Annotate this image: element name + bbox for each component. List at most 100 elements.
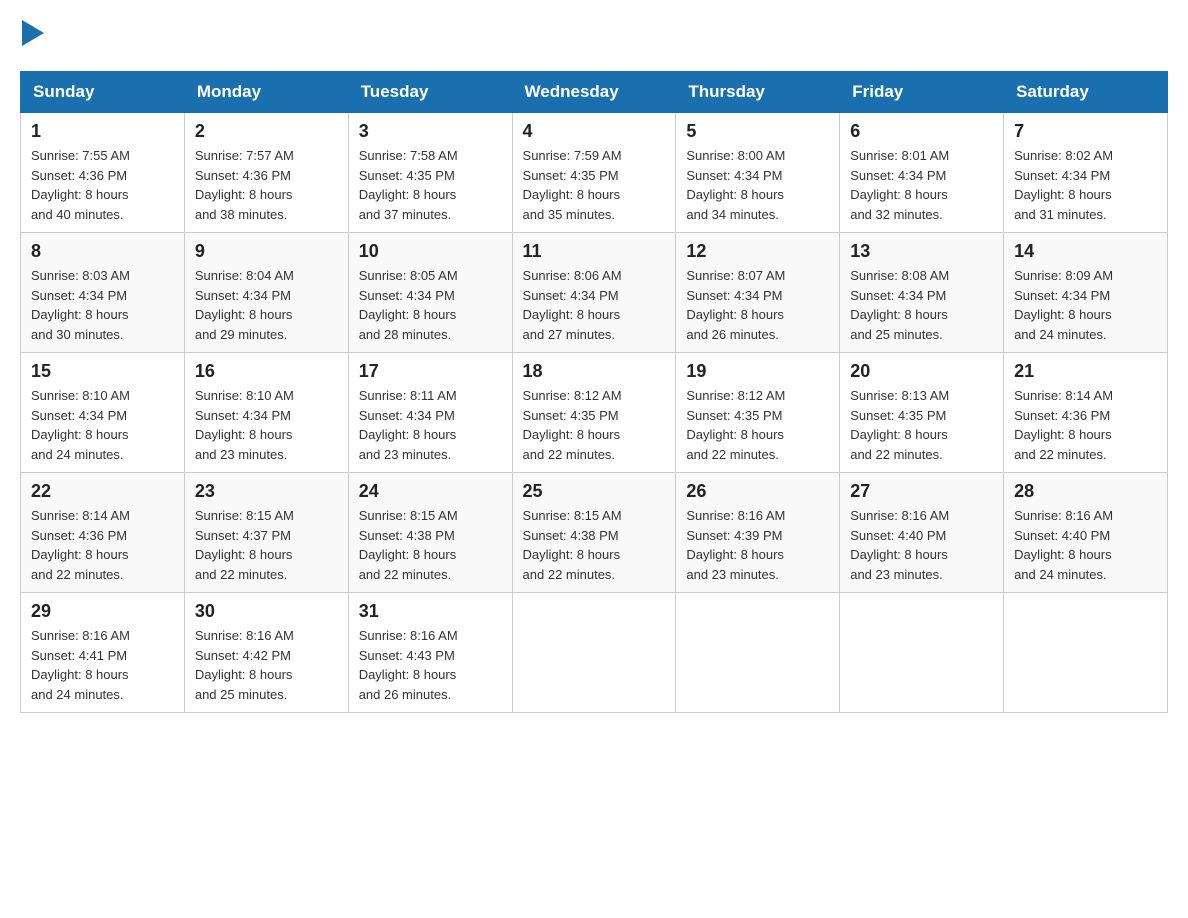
weekday-header-saturday: Saturday: [1004, 72, 1168, 113]
calendar-cell: 2 Sunrise: 7:57 AMSunset: 4:36 PMDayligh…: [184, 113, 348, 233]
day-info: Sunrise: 8:14 AMSunset: 4:36 PMDaylight:…: [1014, 388, 1113, 462]
day-number: 10: [359, 241, 502, 262]
calendar-cell: 14 Sunrise: 8:09 AMSunset: 4:34 PMDaylig…: [1004, 233, 1168, 353]
day-number: 9: [195, 241, 338, 262]
calendar-cell: 7 Sunrise: 8:02 AMSunset: 4:34 PMDayligh…: [1004, 113, 1168, 233]
calendar-cell: 1 Sunrise: 7:55 AMSunset: 4:36 PMDayligh…: [21, 113, 185, 233]
day-number: 17: [359, 361, 502, 382]
calendar-week-row: 29 Sunrise: 8:16 AMSunset: 4:41 PMDaylig…: [21, 593, 1168, 713]
day-number: 19: [686, 361, 829, 382]
day-number: 25: [523, 481, 666, 502]
logo: [20, 20, 44, 51]
day-number: 1: [31, 121, 174, 142]
weekday-header-wednesday: Wednesday: [512, 72, 676, 113]
day-number: 6: [850, 121, 993, 142]
day-number: 20: [850, 361, 993, 382]
calendar-cell: 22 Sunrise: 8:14 AMSunset: 4:36 PMDaylig…: [21, 473, 185, 593]
day-info: Sunrise: 8:04 AMSunset: 4:34 PMDaylight:…: [195, 268, 294, 342]
day-info: Sunrise: 8:16 AMSunset: 4:42 PMDaylight:…: [195, 628, 294, 702]
day-info: Sunrise: 8:10 AMSunset: 4:34 PMDaylight:…: [31, 388, 130, 462]
calendar-cell: 5 Sunrise: 8:00 AMSunset: 4:34 PMDayligh…: [676, 113, 840, 233]
day-info: Sunrise: 7:59 AMSunset: 4:35 PMDaylight:…: [523, 148, 622, 222]
calendar-cell: [676, 593, 840, 713]
calendar-cell: [840, 593, 1004, 713]
weekday-header-thursday: Thursday: [676, 72, 840, 113]
calendar-cell: 29 Sunrise: 8:16 AMSunset: 4:41 PMDaylig…: [21, 593, 185, 713]
day-info: Sunrise: 8:02 AMSunset: 4:34 PMDaylight:…: [1014, 148, 1113, 222]
day-number: 16: [195, 361, 338, 382]
day-number: 5: [686, 121, 829, 142]
calendar-cell: 24 Sunrise: 8:15 AMSunset: 4:38 PMDaylig…: [348, 473, 512, 593]
day-info: Sunrise: 8:16 AMSunset: 4:41 PMDaylight:…: [31, 628, 130, 702]
calendar-cell: 11 Sunrise: 8:06 AMSunset: 4:34 PMDaylig…: [512, 233, 676, 353]
day-number: 14: [1014, 241, 1157, 262]
calendar-cell: 12 Sunrise: 8:07 AMSunset: 4:34 PMDaylig…: [676, 233, 840, 353]
logo-arrow-icon: [22, 20, 44, 46]
day-info: Sunrise: 8:09 AMSunset: 4:34 PMDaylight:…: [1014, 268, 1113, 342]
day-info: Sunrise: 8:16 AMSunset: 4:39 PMDaylight:…: [686, 508, 785, 582]
day-number: 12: [686, 241, 829, 262]
calendar-cell: 31 Sunrise: 8:16 AMSunset: 4:43 PMDaylig…: [348, 593, 512, 713]
weekday-header-tuesday: Tuesday: [348, 72, 512, 113]
day-number: 21: [1014, 361, 1157, 382]
calendar-cell: [1004, 593, 1168, 713]
calendar-cell: 23 Sunrise: 8:15 AMSunset: 4:37 PMDaylig…: [184, 473, 348, 593]
day-number: 31: [359, 601, 502, 622]
day-info: Sunrise: 8:15 AMSunset: 4:37 PMDaylight:…: [195, 508, 294, 582]
day-info: Sunrise: 8:13 AMSunset: 4:35 PMDaylight:…: [850, 388, 949, 462]
day-info: Sunrise: 8:05 AMSunset: 4:34 PMDaylight:…: [359, 268, 458, 342]
calendar-table: SundayMondayTuesdayWednesdayThursdayFrid…: [20, 71, 1168, 713]
calendar-cell: 18 Sunrise: 8:12 AMSunset: 4:35 PMDaylig…: [512, 353, 676, 473]
weekday-header-monday: Monday: [184, 72, 348, 113]
calendar-cell: 13 Sunrise: 8:08 AMSunset: 4:34 PMDaylig…: [840, 233, 1004, 353]
calendar-cell: 28 Sunrise: 8:16 AMSunset: 4:40 PMDaylig…: [1004, 473, 1168, 593]
calendar-week-row: 15 Sunrise: 8:10 AMSunset: 4:34 PMDaylig…: [21, 353, 1168, 473]
calendar-cell: 3 Sunrise: 7:58 AMSunset: 4:35 PMDayligh…: [348, 113, 512, 233]
day-info: Sunrise: 8:16 AMSunset: 4:40 PMDaylight:…: [1014, 508, 1113, 582]
day-number: 4: [523, 121, 666, 142]
day-info: Sunrise: 8:15 AMSunset: 4:38 PMDaylight:…: [359, 508, 458, 582]
day-info: Sunrise: 8:16 AMSunset: 4:43 PMDaylight:…: [359, 628, 458, 702]
day-info: Sunrise: 8:06 AMSunset: 4:34 PMDaylight:…: [523, 268, 622, 342]
calendar-week-row: 22 Sunrise: 8:14 AMSunset: 4:36 PMDaylig…: [21, 473, 1168, 593]
day-number: 29: [31, 601, 174, 622]
day-number: 30: [195, 601, 338, 622]
calendar-cell: 16 Sunrise: 8:10 AMSunset: 4:34 PMDaylig…: [184, 353, 348, 473]
calendar-cell: 4 Sunrise: 7:59 AMSunset: 4:35 PMDayligh…: [512, 113, 676, 233]
calendar-cell: 8 Sunrise: 8:03 AMSunset: 4:34 PMDayligh…: [21, 233, 185, 353]
day-info: Sunrise: 8:01 AMSunset: 4:34 PMDaylight:…: [850, 148, 949, 222]
day-info: Sunrise: 8:10 AMSunset: 4:34 PMDaylight:…: [195, 388, 294, 462]
day-info: Sunrise: 8:16 AMSunset: 4:40 PMDaylight:…: [850, 508, 949, 582]
day-number: 18: [523, 361, 666, 382]
day-number: 27: [850, 481, 993, 502]
page-header: [20, 20, 1168, 51]
calendar-cell: [512, 593, 676, 713]
day-info: Sunrise: 8:00 AMSunset: 4:34 PMDaylight:…: [686, 148, 785, 222]
day-number: 26: [686, 481, 829, 502]
weekday-header-sunday: Sunday: [21, 72, 185, 113]
calendar-cell: 15 Sunrise: 8:10 AMSunset: 4:34 PMDaylig…: [21, 353, 185, 473]
weekday-header-row: SundayMondayTuesdayWednesdayThursdayFrid…: [21, 72, 1168, 113]
day-info: Sunrise: 7:57 AMSunset: 4:36 PMDaylight:…: [195, 148, 294, 222]
day-info: Sunrise: 8:11 AMSunset: 4:34 PMDaylight:…: [359, 388, 457, 462]
calendar-cell: 27 Sunrise: 8:16 AMSunset: 4:40 PMDaylig…: [840, 473, 1004, 593]
day-number: 7: [1014, 121, 1157, 142]
day-number: 23: [195, 481, 338, 502]
calendar-cell: 30 Sunrise: 8:16 AMSunset: 4:42 PMDaylig…: [184, 593, 348, 713]
day-number: 8: [31, 241, 174, 262]
day-info: Sunrise: 7:55 AMSunset: 4:36 PMDaylight:…: [31, 148, 130, 222]
calendar-cell: 21 Sunrise: 8:14 AMSunset: 4:36 PMDaylig…: [1004, 353, 1168, 473]
day-info: Sunrise: 8:03 AMSunset: 4:34 PMDaylight:…: [31, 268, 130, 342]
day-info: Sunrise: 8:08 AMSunset: 4:34 PMDaylight:…: [850, 268, 949, 342]
day-number: 28: [1014, 481, 1157, 502]
day-number: 2: [195, 121, 338, 142]
day-number: 3: [359, 121, 502, 142]
day-info: Sunrise: 8:12 AMSunset: 4:35 PMDaylight:…: [523, 388, 622, 462]
weekday-header-friday: Friday: [840, 72, 1004, 113]
calendar-cell: 9 Sunrise: 8:04 AMSunset: 4:34 PMDayligh…: [184, 233, 348, 353]
day-info: Sunrise: 8:15 AMSunset: 4:38 PMDaylight:…: [523, 508, 622, 582]
day-info: Sunrise: 7:58 AMSunset: 4:35 PMDaylight:…: [359, 148, 458, 222]
calendar-cell: 19 Sunrise: 8:12 AMSunset: 4:35 PMDaylig…: [676, 353, 840, 473]
day-number: 11: [523, 241, 666, 262]
day-number: 24: [359, 481, 502, 502]
